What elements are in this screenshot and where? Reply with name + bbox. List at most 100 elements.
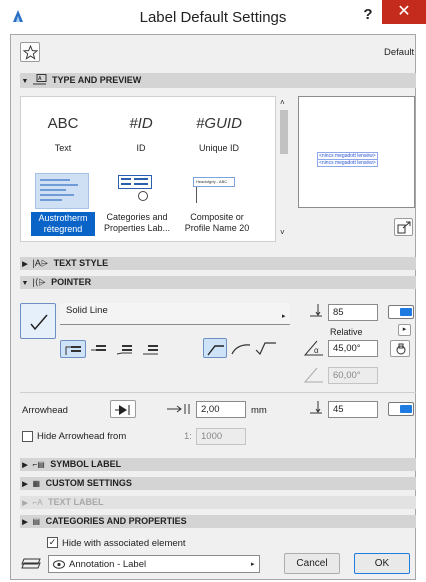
type-item-composite[interactable]: Composite or Profile Name 20 bbox=[177, 212, 257, 234]
pointer-angle2-input[interactable]: 60,00° bbox=[328, 367, 378, 384]
arrowhead-size-unit: mm bbox=[251, 405, 267, 416]
hide-arrowhead-scale-input[interactable]: 1000 bbox=[196, 428, 246, 445]
dropdown-arrow-icon: ▸ bbox=[251, 561, 255, 568]
hide-with-element-label: Hide with associated element bbox=[62, 538, 186, 549]
section-title-custom-settings: CUSTOM SETTINGS bbox=[45, 478, 132, 488]
type-gallery: ABC Text #ID ID #GUID Unique ID Austroth… bbox=[20, 96, 276, 242]
pointer-pen-toggle[interactable] bbox=[388, 305, 414, 319]
section-categories-properties[interactable]: ▶ ▤ CATEGORIES AND PROPERTIES bbox=[20, 515, 416, 528]
preview-text-line2: <nincs megadott lenséw> bbox=[317, 159, 378, 167]
categories-thumbnail bbox=[118, 175, 154, 201]
section-title-text-label: TEXT LABEL bbox=[48, 497, 104, 507]
second-angle-icon bbox=[303, 367, 323, 383]
austrotherm-thumbnail bbox=[35, 173, 89, 209]
type-item-austrotherm[interactable]: Austrotherm rétegrend bbox=[31, 212, 95, 236]
cancel-button[interactable]: Cancel bbox=[284, 553, 340, 574]
layer-value: Annotation - Label bbox=[69, 559, 147, 570]
type-item-categories[interactable]: Categories and Properties Lab... bbox=[101, 212, 173, 234]
pointer-angle-input[interactable]: 45,00° bbox=[328, 340, 378, 357]
close-button[interactable]: ✕ bbox=[382, 0, 426, 24]
type-item-text[interactable]: Text bbox=[33, 143, 93, 154]
arrowhead-pen-toggle[interactable] bbox=[388, 402, 414, 416]
collapse-triangle-icon: ▼ bbox=[21, 280, 29, 287]
pointer-line-type-button[interactable] bbox=[20, 303, 56, 339]
type-item-id[interactable]: ID bbox=[111, 143, 171, 154]
divider bbox=[20, 392, 416, 393]
pointer-line-icon bbox=[30, 314, 48, 331]
layer-dropdown[interactable]: Annotation - Label ▸ bbox=[48, 555, 260, 573]
expand-triangle-icon: ▶ bbox=[22, 481, 28, 488]
id-type-glyph: #ID bbox=[129, 115, 153, 132]
ok-button[interactable]: OK bbox=[354, 553, 410, 574]
hide-with-element-checkbox[interactable]: ✓ bbox=[47, 537, 58, 548]
pointer-shape-segmented-button[interactable] bbox=[203, 338, 227, 358]
preview-options-button[interactable] bbox=[394, 218, 413, 236]
composite-pointer-line bbox=[196, 187, 197, 203]
preview-settings-icon bbox=[397, 221, 411, 234]
angle-lock-button[interactable] bbox=[390, 340, 410, 357]
attach-middle-icon[interactable] bbox=[90, 343, 108, 355]
hide-scale-prefix: 1: bbox=[184, 431, 192, 442]
arrowhead-pen-input[interactable]: 45 bbox=[328, 401, 378, 418]
type-preview-icon: A bbox=[32, 74, 47, 85]
categories-icon: ▤ bbox=[32, 517, 41, 526]
angle-icon: α bbox=[303, 340, 323, 356]
layers-icon bbox=[21, 558, 41, 569]
favorites-button[interactable] bbox=[20, 42, 40, 62]
attach-bottom-icon[interactable] bbox=[116, 343, 134, 355]
section-pointer[interactable]: ▼ |⟨⩥ POINTER bbox=[20, 276, 416, 289]
section-text-style[interactable]: ▶ |A⩥ TEXT STYLE bbox=[20, 257, 416, 270]
spline-pointer-icon[interactable] bbox=[255, 341, 277, 355]
symbol-label-icon: ⌐▤ bbox=[32, 460, 45, 469]
svg-text:A: A bbox=[38, 76, 42, 82]
line-type-value: Solid Line bbox=[66, 305, 108, 316]
section-title-symbol-label: SYMBOL LABEL bbox=[50, 459, 122, 469]
expand-triangle-icon: ▶ bbox=[22, 261, 28, 268]
arrowhead-size-icon bbox=[167, 404, 190, 414]
custom-settings-icon: ▦ bbox=[32, 479, 41, 488]
attach-underline-icon[interactable] bbox=[142, 343, 160, 355]
segmented-pointer-icon bbox=[207, 345, 224, 356]
pointer-pen-input[interactable]: 85 bbox=[328, 304, 378, 321]
type-item-unique-id[interactable]: Unique ID bbox=[183, 143, 255, 154]
guid-type-glyph: #GUID bbox=[196, 115, 242, 132]
composite-thumbnail: Headofgrty - ABC bbox=[193, 177, 235, 187]
collapse-triangle-icon: ▼ bbox=[21, 78, 29, 85]
section-custom-settings[interactable]: ▶ ▦ CUSTOM SETTINGS bbox=[20, 477, 416, 490]
help-button[interactable]: ? bbox=[356, 6, 380, 23]
relative-label: Relative bbox=[330, 327, 363, 337]
title-bar: Label Default Settings ? ✕ bbox=[0, 0, 426, 34]
default-label: Default bbox=[384, 47, 415, 58]
relative-dropdown-button[interactable]: ▸ bbox=[398, 324, 411, 336]
dropdown-arrow-icon: ▸ bbox=[282, 313, 286, 320]
hide-arrowhead-label: Hide Arrowhead from bbox=[37, 431, 127, 442]
star-icon bbox=[23, 45, 38, 60]
line-type-dropdown[interactable]: Solid Line ▸ bbox=[60, 303, 290, 325]
arrowhead-size-input[interactable]: 2,00 bbox=[196, 401, 246, 418]
section-title-type-preview: TYPE AND PREVIEW bbox=[52, 75, 142, 85]
section-symbol-label[interactable]: ▶ ⌐▤ SYMBOL LABEL bbox=[20, 458, 416, 471]
pointer-section-icon: |⟨⩥ bbox=[32, 277, 46, 287]
arrowhead-icon bbox=[115, 405, 130, 415]
gallery-scrollbar[interactable]: ˄ ˅ bbox=[277, 96, 291, 242]
scroll-up-icon[interactable]: ˄ bbox=[280, 98, 285, 107]
pen-icon bbox=[310, 304, 322, 317]
curved-pointer-icon[interactable] bbox=[231, 341, 251, 355]
arrowhead-type-button[interactable] bbox=[110, 400, 136, 418]
expand-triangle-icon: ▶ bbox=[22, 519, 28, 526]
section-title-categories: CATEGORIES AND PROPERTIES bbox=[45, 516, 187, 526]
arrowhead-label: Arrowhead bbox=[22, 405, 68, 416]
scroll-thumb[interactable] bbox=[280, 110, 288, 154]
label-preview: <nincs megadott lenséw> <nincs megadott … bbox=[298, 96, 415, 208]
pointer-attach-left-button[interactable] bbox=[60, 340, 86, 358]
eye-icon bbox=[53, 560, 65, 569]
text-style-icon: |A⩥ bbox=[32, 258, 49, 268]
section-title-text-style: TEXT STYLE bbox=[53, 258, 109, 268]
section-text-label: ▶ ⌐A TEXT LABEL bbox=[20, 496, 416, 509]
scroll-down-icon[interactable]: ˅ bbox=[280, 228, 285, 237]
lock-rotate-icon bbox=[396, 343, 406, 355]
svg-text:α: α bbox=[314, 346, 319, 355]
expand-triangle-icon: ▶ bbox=[22, 462, 28, 469]
hide-arrowhead-checkbox[interactable] bbox=[22, 431, 33, 442]
section-type-and-preview[interactable]: ▼ A TYPE AND PREVIEW bbox=[20, 73, 416, 88]
